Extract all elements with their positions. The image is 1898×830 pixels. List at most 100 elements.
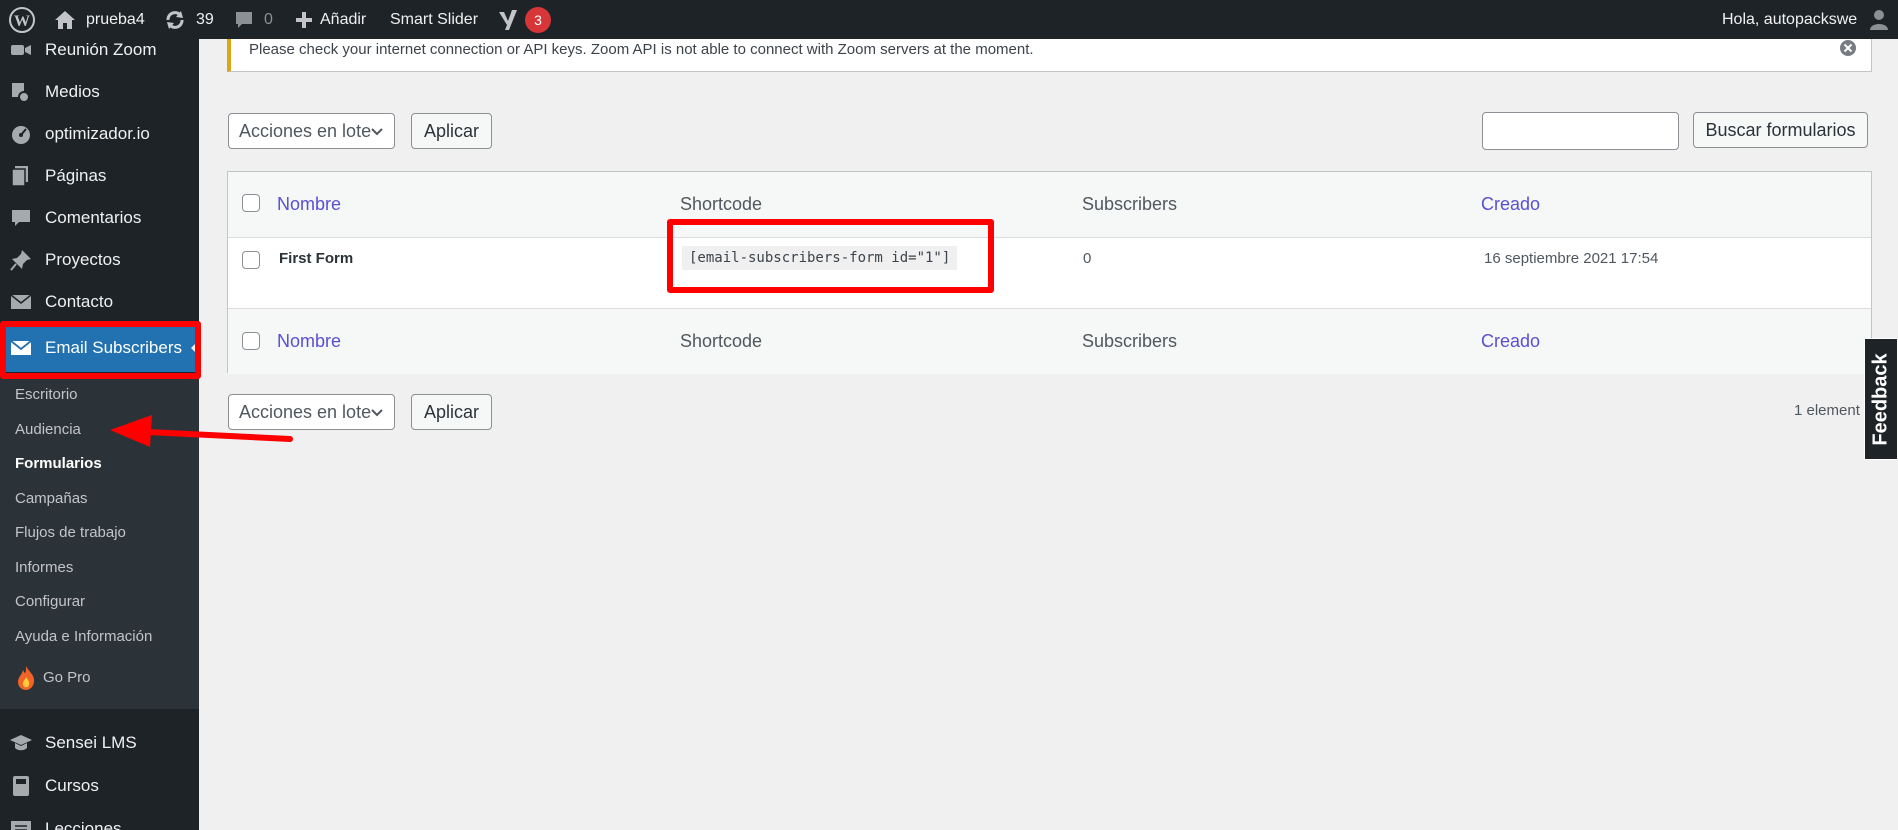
select-all-checkbox-footer[interactable] [242,332,260,350]
menu-item-comments[interactable]: Comentarios [0,197,199,239]
yoast-notification-badge: 3 [525,6,551,33]
media-icon [12,83,30,103]
column-footer-creado[interactable]: Creado [1481,331,1540,352]
close-icon[interactable] [1839,39,1857,57]
svg-text:W: W [14,13,30,30]
submenu-item-audiencia[interactable]: Audiencia [15,419,81,441]
book-icon [13,776,29,796]
submenu-item-campanas[interactable]: Campañas [15,488,88,510]
menu-label: Cursos [45,776,99,795]
feedback-tab[interactable]: Feedback [1864,338,1898,460]
comment-icon [236,11,252,28]
bulk-actions-select-top[interactable]: Acciones en lote [228,113,395,149]
plus-icon [296,11,312,28]
smart-slider-label: Smart Slider [390,10,479,28]
menu-label: Sensei LMS [45,733,137,752]
updates-link[interactable]: 39 [164,0,214,39]
submenu-item-escritorio[interactable]: Escritorio [15,384,78,406]
user-avatar-icon [1870,9,1889,30]
apply-button-bottom[interactable]: Aplicar [411,394,492,430]
subscribers-count: 0 [1083,250,1092,267]
yoast-icon [499,9,517,30]
pin-icon [10,250,31,271]
pages-icon [11,166,28,187]
annotation-highlight-menu [0,321,201,379]
greeting: Hola, autopackswe [1722,10,1858,28]
site-name: prueba4 [86,10,145,28]
form-name-link[interactable]: First Form [279,250,353,267]
admin-bar: W prueba4 39 0 Añadir Smart Slider 3 Hol… [0,0,1898,39]
refresh-icon [166,10,184,29]
comments-link[interactable]: 0 [234,0,273,39]
submenu-item-ayuda[interactable]: Ayuda e Información [15,626,152,648]
row-checkbox[interactable] [242,251,260,269]
table-footer: Nombre Shortcode Subscribers Creado [228,308,1871,374]
fire-icon [18,666,35,690]
menu-label: Medios [45,82,100,101]
menu-label: Comentarios [45,208,142,227]
mortarboard-icon [10,735,32,751]
column-header-nombre[interactable]: Nombre [277,194,341,215]
column-header-shortcode: Shortcode [680,194,763,214]
menu-item-media[interactable]: Medios [0,71,199,113]
comments-count: 0 [264,10,273,28]
column-footer-nombre[interactable]: Nombre [277,331,341,352]
menu-item-sensei[interactable]: Sensei LMS [0,722,199,764]
main-content: Please check your internet connection or… [199,39,1898,830]
table-row: First Form [email-subscribers-form id="1… [228,238,1871,308]
add-new-label: Añadir [320,10,367,28]
bulk-actions-value: Acciones en lote [239,120,372,141]
submenu-item-formularios[interactable]: Formularios [15,453,102,475]
feedback-label: Feedback [1869,352,1892,446]
site-name-link[interactable]: prueba4 [54,0,145,39]
search-input[interactable] [1482,112,1679,150]
submenu-item-configurar[interactable]: Configurar [15,591,85,613]
add-new-link[interactable]: Añadir [295,0,366,39]
smart-slider-link[interactable]: Smart Slider [390,0,478,39]
select-all-checkbox[interactable] [242,194,260,212]
menu-label: Contacto [45,292,114,311]
bulk-actions-select-bottom[interactable]: Acciones en lote [228,394,395,430]
menu-label: optimizador.io [45,124,150,143]
home-icon [55,10,75,29]
column-footer-shortcode: Shortcode [680,331,763,351]
column-header-subscribers: Subscribers [1082,194,1178,214]
menu-label: Páginas [45,166,107,185]
menu-item-pages[interactable]: Páginas [0,155,199,197]
zoom-warning-notice: Please check your internet connection or… [227,39,1872,72]
menu-item-zoom[interactable]: Reunión Zoom [0,39,199,71]
submenu-label: Go Pro [43,669,91,686]
my-account-link[interactable]: Hola, autopackswe [1722,0,1889,39]
menu-item-contact[interactable]: Contacto [0,281,199,323]
gauge-icon [12,126,30,144]
bulk-actions-value: Acciones en lote [239,401,372,422]
items-count: 1 element [1794,402,1860,419]
menu-label: Proyectos [45,250,121,269]
comment-icon [12,210,30,226]
mail-icon [10,294,32,309]
submenu-item-flujos[interactable]: Flujos de trabajo [15,522,126,544]
video-icon [11,45,31,55]
submenu-item-go-pro[interactable]: Go Pro [15,666,91,690]
column-header-creado[interactable]: Creado [1481,194,1540,215]
column-footer-subscribers: Subscribers [1082,331,1178,351]
menu-item-optimizador[interactable]: optimizador.io [0,113,199,155]
updates-count: 39 [196,10,214,28]
wordpress-logo-icon[interactable]: W [8,0,36,39]
notice-text: Please check your internet connection or… [249,41,1034,58]
forms-table: Nombre Shortcode Subscribers Creado Firs… [227,171,1872,374]
menu-label: Reunión Zoom [45,40,157,59]
created-date: 16 septiembre 2021 17:54 [1484,250,1659,267]
chevron-down-icon [371,409,383,417]
chevron-down-icon [371,128,383,136]
table-header: Nombre Shortcode Subscribers Creado [228,172,1871,238]
apply-button-top[interactable]: Aplicar [411,113,492,149]
search-forms-button[interactable]: Buscar formularios [1693,112,1868,148]
submenu-item-informes[interactable]: Informes [15,557,73,579]
list-icon [11,821,31,830]
yoast-link[interactable]: 3 [497,0,551,39]
menu-item-cursos[interactable]: Cursos [0,765,199,807]
menu-item-lecciones[interactable]: Lecciones [0,808,199,830]
menu-label: Lecciones [45,819,122,830]
menu-item-projects[interactable]: Proyectos [0,239,199,281]
